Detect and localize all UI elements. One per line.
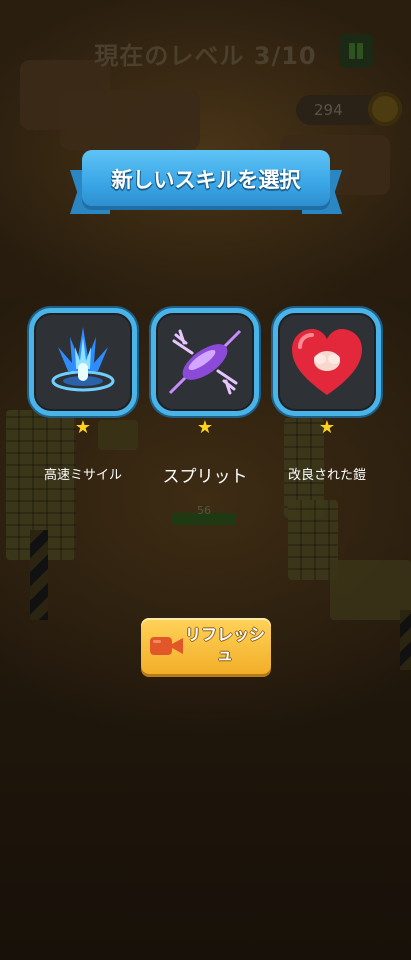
coin-icon [368,92,402,126]
skill-name-split: スプリット [162,467,248,487]
refresh-button[interactable]: リフレッシュ [141,618,271,674]
skill-star-1: ★ [74,417,92,438]
skill-name-fast-missile: 高速ミサイル [43,468,122,483]
title-ribbon: 新しいスキルを選択 [70,150,342,216]
rock-decoration [60,90,200,150]
player-health-value: 56 [197,504,211,517]
blue-missile-burst-icon [51,327,115,392]
video-camera-icon [150,637,183,655]
skill-card-fast-missile[interactable] [29,308,137,416]
building-decoration [98,420,138,450]
skill-name-improved-armor: 改良された鎧 [287,468,366,483]
pause-icon[interactable] [339,34,373,68]
striped-pole [400,610,411,670]
refresh-label: リフレッシュ [184,625,265,664]
coin-count: 294 [314,101,343,119]
skill-star-3: ★ [318,417,336,438]
skill-card-split[interactable] [151,308,259,416]
striped-pole [30,530,48,620]
heart-armor-icon [292,329,362,395]
skill-star-2: ★ [196,417,214,438]
skill-card-improved-armor[interactable] [273,308,381,416]
dialog-title: 新しいスキルを選択 [111,168,301,192]
purple-split-missile-icon [168,329,242,395]
building-decoration [330,560,411,620]
